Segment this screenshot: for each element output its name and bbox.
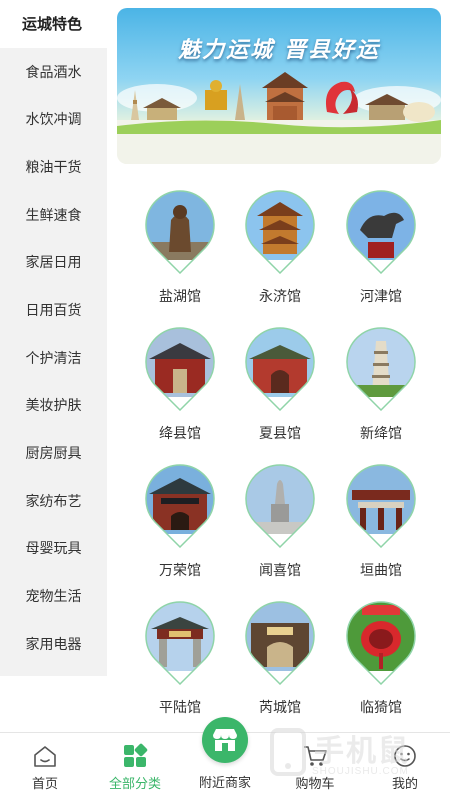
gate-tower-icon: [145, 464, 215, 548]
horse-statue-icon: [346, 190, 416, 274]
pavilion-item[interactable]: 芮城馆: [230, 601, 330, 729]
tab-mine[interactable]: 我的: [360, 733, 450, 800]
pagoda-icon: [346, 327, 416, 411]
pavilion-label: 永济馆: [259, 288, 301, 304]
pavilion-label: 平陆馆: [159, 699, 201, 715]
tab-home-label: 首页: [31, 776, 58, 791]
pavilion-item[interactable]: 永济馆: [230, 190, 330, 318]
home-icon: [34, 746, 56, 767]
pavilion-item[interactable]: 新绛馆: [331, 327, 431, 455]
tab-nearby-label: 附近商家: [198, 775, 251, 790]
promo-banner[interactable]: 魅力运城 晋县好运: [117, 8, 441, 164]
sidebar-item[interactable]: 宠物生活: [0, 572, 107, 620]
pavilion-item[interactable]: 盐湖馆: [130, 190, 230, 318]
standing-statue-icon: [245, 464, 315, 548]
categories-grid-icon: [124, 743, 148, 767]
sidebar-item[interactable]: 食品酒水: [0, 48, 107, 96]
archway-icon: [145, 601, 215, 685]
red-gate-icon: [245, 327, 315, 411]
tab-cart-label: 购物车: [295, 776, 335, 791]
sidebar-item[interactable]: 家居日用: [0, 238, 107, 286]
sidebar-item[interactable]: 粮油干货: [0, 143, 107, 191]
pavilion-item[interactable]: 河津馆: [331, 190, 431, 318]
profile-icon: [394, 745, 416, 767]
tab-cart[interactable]: 购物车: [270, 733, 360, 800]
sidebar-item[interactable]: 家纺布艺: [0, 477, 107, 525]
tab-nearby[interactable]: 附近商家: [180, 717, 270, 800]
tab-categories[interactable]: 全部分类: [90, 733, 180, 800]
bottom-tab-bar: 首页 全部分类 附近商家 购物车 我的: [0, 717, 450, 800]
pavilion-label: 垣曲馆: [360, 562, 402, 578]
store-icon: [213, 729, 237, 751]
tab-categories-label: 全部分类: [108, 776, 161, 791]
tower-pavilion-icon: [245, 190, 315, 274]
pavilion-item[interactable]: 平陆馆: [130, 601, 230, 729]
pavilion-item[interactable]: 闻喜馆: [230, 464, 330, 592]
pavilion-label: 万荣馆: [159, 562, 201, 578]
pavilion-item[interactable]: 绛县馆: [130, 327, 230, 455]
sidebar-item[interactable]: 家用电器: [0, 620, 107, 668]
sidebar-item[interactable]: 美妆护肤: [0, 382, 107, 430]
sidebar-item[interactable]: 日用百货: [0, 286, 107, 334]
sidebar-item[interactable]: 个护清洁: [0, 334, 107, 382]
pavilion-label: 临猗馆: [360, 699, 402, 715]
tab-mine-label: 我的: [391, 776, 418, 791]
pavilion-label: 河津馆: [360, 288, 402, 304]
memorial-gate-icon: [346, 464, 416, 548]
red-sculpture-icon: [346, 601, 416, 685]
temple-gate-icon: [145, 327, 215, 411]
pavilion-label: 夏县馆: [259, 425, 301, 441]
category-sidebar: 运城特色 食品酒水 水饮冲调 粮油干货 生鲜速食 家居日用 日用百货 个护清洁 美妆护肤 厨房厨具…: [0, 0, 107, 676]
pavilion-label: 新绛馆: [360, 425, 402, 441]
pavilion-item[interactable]: 临猗馆: [331, 601, 431, 729]
nearby-store-button[interactable]: [202, 717, 248, 763]
sidebar-item[interactable]: 水饮冲调: [0, 95, 107, 143]
sidebar-item[interactable]: 厨房厨具: [0, 429, 107, 477]
sidebar-item[interactable]: 母婴玩具: [0, 525, 107, 573]
pavilion-item[interactable]: 万荣馆: [130, 464, 230, 592]
tab-home[interactable]: 首页: [0, 733, 90, 800]
pavilion-label: 盐湖馆: [159, 288, 201, 304]
cart-icon: [304, 746, 327, 766]
palace-gate-icon: [245, 601, 315, 685]
guan-yu-statue-icon: [145, 190, 215, 274]
pavilion-item[interactable]: 夏县馆: [230, 327, 330, 455]
pavilion-label: 芮城馆: [259, 699, 301, 715]
sidebar-item[interactable]: 运城特色: [0, 0, 107, 48]
pavilion-item[interactable]: 垣曲馆: [331, 464, 431, 592]
pavilion-label: 绛县馆: [159, 425, 201, 441]
banner-title: 魅力运城 晋县好运: [178, 37, 380, 63]
sidebar-item[interactable]: 生鲜速食: [0, 191, 107, 239]
pavilion-label: 闻喜馆: [259, 562, 301, 578]
